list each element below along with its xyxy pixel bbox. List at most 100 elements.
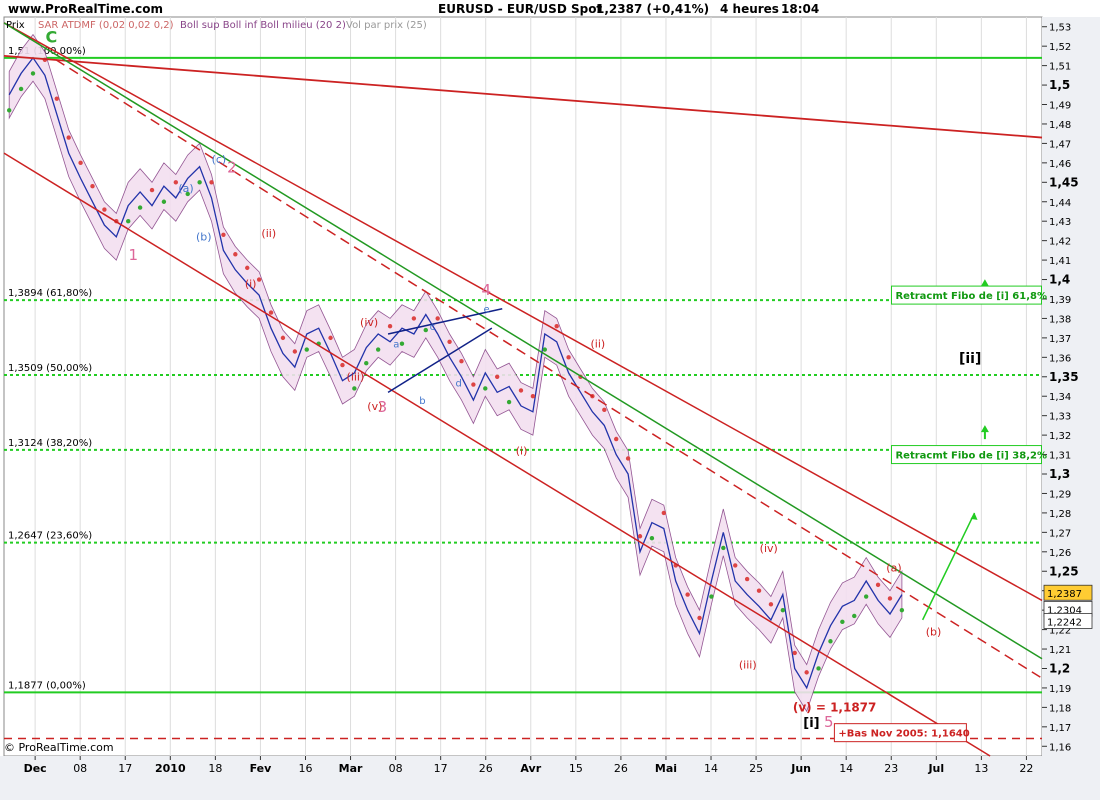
sar-dot: [685, 592, 690, 597]
wave-label-lbl-c: (c): [212, 153, 227, 166]
sar-dot: [209, 180, 214, 185]
sar-dot: [899, 607, 905, 613]
x-tick-label: 18: [208, 762, 222, 775]
y-tick-label: 1,39: [1049, 295, 1071, 306]
wave-label-lbl-v2: (v) = 1,1877: [793, 700, 877, 714]
y-tick-label: 1,51: [1049, 62, 1071, 73]
wave-label-wave-5: 5: [824, 713, 834, 731]
wave-label-lbl-ii1: (ii): [261, 227, 276, 240]
y-tick-label: 1,21: [1049, 645, 1071, 656]
y-tick-label: 1,28: [1049, 509, 1071, 520]
x-tick-label: 23: [884, 762, 898, 775]
y-tick-label: 1,43: [1049, 217, 1071, 228]
y-tick-label: 1,41: [1049, 256, 1071, 267]
y-tick-label: 1,26: [1049, 548, 1071, 559]
x-tick-label: 25: [749, 762, 763, 775]
y-tick-label: 1,36: [1049, 353, 1071, 364]
sar-dot: [78, 160, 83, 166]
y-tick-label: 1,29: [1049, 489, 1071, 500]
x-tick-label: 14: [704, 762, 718, 775]
y-tick-label: 1,19: [1049, 684, 1071, 695]
sar-dot: [387, 324, 393, 329]
wave-label-lbl-b2: (b): [926, 625, 942, 638]
instrument-title: EURUSD - EUR/USD Spot: [438, 2, 603, 16]
sar-dot: [137, 205, 143, 210]
sar-dot: [18, 86, 24, 92]
x-tick-label: 08: [73, 762, 87, 775]
wave-label-lbl-iv2: (iv): [760, 542, 778, 555]
sar-dot: [483, 386, 488, 391]
y-tick-label: 1,37: [1049, 334, 1071, 345]
y-tick-label: 1,45: [1049, 175, 1079, 189]
x-tick-label: 2010: [155, 762, 186, 775]
sar-dot: [280, 335, 286, 341]
sar-dot: [256, 277, 262, 282]
wave-label-big-ii: [ii]: [959, 351, 981, 367]
x-tick-label: Mar: [339, 762, 363, 775]
sar-dot: [304, 347, 309, 352]
sar-dot: [506, 399, 512, 405]
y-tick-label: 1,34: [1049, 392, 1071, 403]
y-tick-label: 1,44: [1049, 198, 1071, 209]
sar-dot: [602, 407, 607, 413]
sar-dot: [102, 207, 107, 212]
wave-label-wave-1: 1: [129, 246, 139, 264]
sar-dot: [721, 545, 726, 551]
sar-dot: [399, 341, 405, 346]
time: 18:04: [781, 2, 820, 16]
sar-dot: [828, 639, 833, 644]
wave-label-lbl-ii2: (ii): [590, 338, 605, 351]
legend-prix: Prix: [6, 20, 25, 31]
x-tick-label: Jul: [927, 762, 944, 775]
sar-dot: [649, 535, 655, 541]
sar-dot: [780, 607, 786, 613]
sar-dot: [840, 619, 845, 625]
x-tick-label: 26: [614, 762, 628, 775]
wave-label-lbl-iii1: (iii): [347, 371, 365, 384]
sar-dot: [221, 232, 226, 238]
sar-dot: [756, 588, 762, 593]
sar-dot: [364, 360, 369, 366]
wave-label-wave-2: 2: [227, 159, 237, 177]
wave-label-lbl-a2: (a): [886, 561, 901, 574]
x-tick-label: Fev: [250, 762, 273, 775]
wave-label-lbl-v1: (v): [367, 400, 382, 413]
price-box-label: 1,2387: [1047, 589, 1082, 600]
price-chart: 1,531,521,511,51,491,481,471,461,451,441…: [0, 16, 1100, 800]
sar-dot: [411, 316, 417, 321]
site-name: www.ProRealTime.com: [8, 2, 163, 16]
y-tick-label: 1,38: [1049, 314, 1071, 325]
wave-label-tri-b: b: [419, 396, 425, 407]
sar-dot: [459, 359, 464, 364]
legend-sar: SAR ATDMF (0,02 0,02 0,2): [38, 20, 174, 31]
sar-dot: [197, 180, 202, 185]
fibo-level-label: 1,1877 (0,00%): [8, 680, 86, 691]
y-tick-label: 1,5: [1049, 78, 1070, 92]
wave-label-big-i: [i]: [803, 716, 819, 731]
y-tick-label: 1,48: [1049, 120, 1071, 131]
wave-label-lbl-a: (a): [178, 182, 193, 195]
price-box-label: 1,2242: [1047, 617, 1082, 628]
sar-dot: [494, 374, 500, 379]
sar-dot: [423, 327, 428, 333]
legend-bollinger: Boll sup Boll inf Boll milieu (20 2): [180, 20, 346, 31]
sar-dot: [709, 594, 714, 599]
y-tick-label: 1,49: [1049, 101, 1071, 112]
wave-label-lbl-iv1: (iv): [360, 316, 378, 329]
y-tick-label: 1,42: [1049, 237, 1071, 248]
sar-dot: [6, 108, 12, 113]
sar-dot: [852, 613, 857, 619]
sar-dot: [875, 582, 881, 588]
chart-window: 1,53 1,52 1,51 1,5 1,49 1,48 1,47 1,46 1,45 1,44 1…: [0, 0, 1100, 800]
sar-dot: [90, 183, 95, 189]
fibo-level-label: 1,3509 (50,00%): [8, 363, 92, 374]
sar-dot: [233, 252, 238, 257]
sar-dot: [804, 670, 809, 675]
sar-dot: [471, 382, 476, 387]
fibo-level-label: 1,3894 (61,80%): [8, 288, 92, 299]
y-tick-label: 1,3: [1049, 467, 1070, 481]
wave-label-tri-c: c: [430, 322, 436, 333]
sar-dot: [268, 310, 274, 315]
x-tick-label: 22: [1019, 762, 1033, 775]
y-tick-label: 1,18: [1049, 703, 1071, 714]
